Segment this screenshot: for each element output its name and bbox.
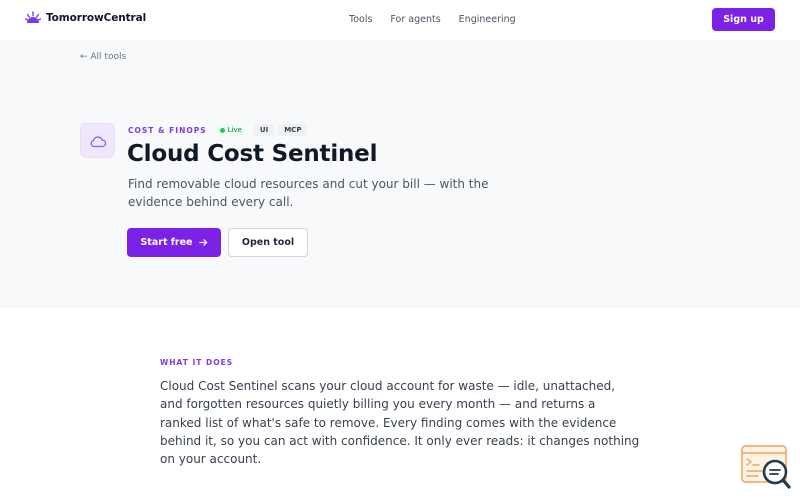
site-header: TomorrowCentral Tools For agents Enginee… xyxy=(0,0,800,40)
sign-up-button[interactable]: Sign up xyxy=(712,8,775,31)
live-dot-icon xyxy=(219,127,225,133)
cloud-icon xyxy=(90,135,106,147)
logo[interactable]: TomorrowCentral xyxy=(25,11,146,25)
nav-tools[interactable]: Tools xyxy=(349,14,372,25)
section-label: WHAT IT DOES xyxy=(160,358,234,367)
status-badge: Live xyxy=(215,124,246,136)
sunrise-logo-icon xyxy=(25,11,41,23)
page-title: Cloud Cost Sentinel xyxy=(127,141,378,167)
open-tool-button[interactable]: Open tool xyxy=(228,228,308,257)
section-description: Cloud Cost Sentinel scans your cloud acc… xyxy=(160,379,640,467)
nav-engineering[interactable]: Engineering xyxy=(459,14,516,25)
hero-section xyxy=(0,40,800,308)
start-free-button[interactable]: Start free xyxy=(127,228,221,257)
all-tools-link[interactable]: ← All tools xyxy=(80,52,126,62)
arrow-right-icon xyxy=(198,239,207,246)
brand-name: TomorrowCentral xyxy=(46,12,147,24)
badge-mcp: MCP xyxy=(278,124,308,136)
category-label: COST & FINOPS xyxy=(128,125,207,135)
page-subtitle: Find removable cloud resources and cut y… xyxy=(128,177,489,209)
terminal-search-icon[interactable] xyxy=(740,444,792,492)
main-nav: Tools For agents Engineering xyxy=(349,14,516,25)
tool-tags: COST & FINOPS Live UI MCP xyxy=(128,123,311,137)
status-badge-label: Live xyxy=(227,126,242,134)
nav-for-agents[interactable]: For agents xyxy=(390,14,440,25)
badge-ui: UI xyxy=(253,124,275,136)
tool-icon-tile xyxy=(80,123,115,158)
start-free-label: Start free xyxy=(140,237,193,248)
